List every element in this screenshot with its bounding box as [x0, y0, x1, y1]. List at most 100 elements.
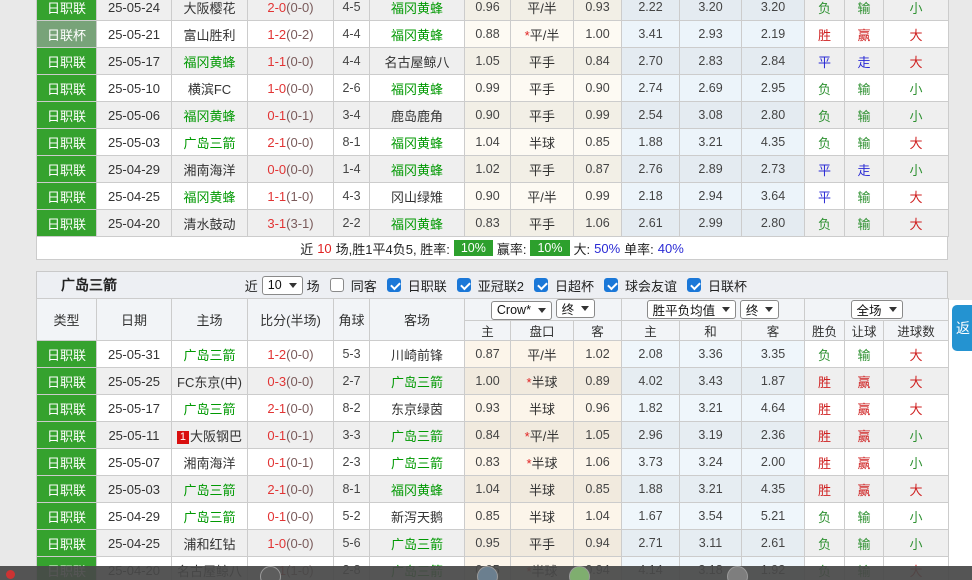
home-team-cell[interactable]: 1大阪钢巴: [172, 422, 248, 449]
home-team-cell[interactable]: 广岛三箭: [172, 395, 248, 422]
handicap-home-odds: 0.90: [465, 183, 511, 210]
checkbox-leaguecup[interactable]: [687, 278, 701, 292]
avg-away-odds: 2.84: [742, 48, 805, 75]
fulltime-score: 3-1: [267, 216, 286, 231]
away-team-cell[interactable]: 川崎前锋: [370, 341, 465, 368]
corner-count: 2-6: [334, 75, 370, 102]
corner-count: 1-4: [334, 156, 370, 183]
away-team-cell[interactable]: 广岛三箭: [370, 422, 465, 449]
checkbox-friendly[interactable]: [604, 278, 618, 292]
score-cell: 0-1(0-0): [248, 503, 334, 530]
match-date: 25-05-06: [97, 102, 172, 129]
avg-time-select[interactable]: 终: [740, 300, 780, 319]
corner-count: 3-4: [334, 102, 370, 129]
handicap-away-odds: 1.02: [574, 341, 622, 368]
corner-count: 4-4: [334, 21, 370, 48]
corner-count: 8-1: [334, 129, 370, 156]
handicap-away-odds: 0.85: [574, 476, 622, 503]
checkbox-supercup[interactable]: [534, 278, 548, 292]
sub-header-away-odds: 客: [574, 321, 622, 341]
home-team-cell[interactable]: 广岛三箭: [172, 129, 248, 156]
away-team-cell[interactable]: 福冈黄蜂: [370, 210, 465, 237]
away-team-cell[interactable]: 东京绿茵: [370, 395, 465, 422]
result-handicap: 赢: [845, 21, 884, 48]
home-team-cell[interactable]: 福冈黄蜂: [172, 102, 248, 129]
corner-count: 2-2: [334, 210, 370, 237]
filter-controls: 近 10 场 同客 日职联 亚冠联2 日超杯 球会友谊 日联杯: [245, 276, 747, 295]
overlay-icon-3[interactable]: [569, 566, 590, 580]
handicap-text: 半球: [532, 375, 558, 390]
handicap-line: *平/半: [511, 21, 574, 48]
home-team-cell[interactable]: FC东京(中): [172, 368, 248, 395]
handicap-away-odds: 0.85: [574, 129, 622, 156]
away-team-cell[interactable]: 福冈黄蜂: [370, 476, 465, 503]
home-team-cell[interactable]: 福冈黄蜂: [172, 48, 248, 75]
handicap-text: 平/半: [527, 348, 557, 363]
league-badge: 日职联: [37, 341, 97, 368]
home-team-cell[interactable]: 湘南海洋: [172, 449, 248, 476]
away-team-cell[interactable]: 广岛三箭: [370, 449, 465, 476]
result-wdl: 胜: [805, 476, 845, 503]
checkbox-acl[interactable]: [457, 278, 471, 292]
home-team-cell[interactable]: 福冈黄蜂: [172, 183, 248, 210]
checkbox-friendly-label: 球会友谊: [625, 276, 677, 295]
home-team-cell[interactable]: 广岛三箭: [172, 476, 248, 503]
score-cell: 1-2(0-2): [248, 21, 334, 48]
away-team-cell[interactable]: 福冈黄蜂: [370, 21, 465, 48]
corner-count: 5-2: [334, 503, 370, 530]
away-team-cell[interactable]: 鹿岛鹿角: [370, 102, 465, 129]
away-team-cell[interactable]: 新泻天鹅: [370, 503, 465, 530]
bottom-table-header: 类型 日期 主场 比分(半场) 角球 客场 Crow* 终 胜平负均值 终: [37, 299, 949, 341]
home-team-cell[interactable]: 横滨FC: [172, 75, 248, 102]
handicap-text: 平手: [529, 82, 555, 97]
avg-select-group: 胜平负均值 终: [622, 299, 805, 321]
league-badge: 日职联: [37, 0, 97, 21]
avg-odds-select[interactable]: 胜平负均值: [647, 300, 737, 319]
home-team-cell[interactable]: 清水鼓动: [172, 210, 248, 237]
away-team-cell[interactable]: 福冈黄蜂: [370, 0, 465, 21]
bottom-match-table: 类型 日期 主场 比分(半场) 角球 客场 Crow* 终 胜平负均值 终: [36, 298, 949, 580]
away-team-cell[interactable]: 广岛三箭: [370, 530, 465, 557]
home-team-cell[interactable]: 湘南海洋: [172, 156, 248, 183]
overlay-icon-2[interactable]: [477, 566, 498, 580]
handicap-line: 平手: [511, 210, 574, 237]
handicap-time-select[interactable]: 终: [556, 299, 596, 318]
checkbox-jleague[interactable]: [387, 278, 401, 292]
avg-home-odds: 1.67: [622, 503, 680, 530]
handicap-away-odds: 0.99: [574, 102, 622, 129]
result-goals: 小: [884, 75, 949, 102]
halftime-score: (0-0): [286, 81, 313, 96]
avg-home-odds: 1.88: [622, 129, 680, 156]
away-team-name: 冈山绿雉: [391, 190, 443, 205]
result-wdl: 胜: [805, 21, 845, 48]
away-team-cell[interactable]: 名古屋鲸八: [370, 48, 465, 75]
away-team-cell[interactable]: 广岛三箭: [370, 368, 465, 395]
home-team-cell[interactable]: 富山胜利: [172, 21, 248, 48]
col-header-date: 日期: [97, 299, 172, 341]
away-team-cell[interactable]: 福冈黄蜂: [370, 75, 465, 102]
away-team-cell[interactable]: 福冈黄蜂: [370, 129, 465, 156]
handicap-line: 平手: [511, 156, 574, 183]
home-team-name: 广岛三箭: [183, 483, 235, 498]
period-select[interactable]: 全场: [851, 300, 903, 319]
match-row: 日职联 25-05-03 广岛三箭 2-1(0-0) 8-1 福冈黄蜂 1.04…: [37, 476, 949, 503]
home-team-cell[interactable]: 浦和红钻: [172, 530, 248, 557]
away-team-cell[interactable]: 福冈黄蜂: [370, 156, 465, 183]
away-team-name: 广岛三箭: [391, 537, 443, 552]
checkbox-same-away[interactable]: [330, 278, 344, 292]
away-team-cell[interactable]: 冈山绿雉: [370, 183, 465, 210]
period-select-value: 全场: [857, 300, 882, 319]
overlay-icon-4[interactable]: [727, 566, 748, 580]
overlay-icon-1[interactable]: [260, 566, 281, 580]
score-cell: 2-1(0-0): [248, 129, 334, 156]
away-team-name: 福冈黄蜂: [391, 217, 443, 232]
home-team-cell[interactable]: 大阪樱花: [172, 0, 248, 21]
side-float-button[interactable]: 返: [952, 305, 972, 351]
bookmaker-select[interactable]: Crow*: [491, 301, 552, 320]
match-count-select[interactable]: 10: [262, 276, 303, 295]
home-team-cell[interactable]: 广岛三箭: [172, 341, 248, 368]
col-header-corner: 角球: [334, 299, 370, 341]
halftime-score: (0-2): [286, 27, 313, 42]
home-team-cell[interactable]: 广岛三箭: [172, 503, 248, 530]
single-label: 单率:: [624, 239, 654, 258]
